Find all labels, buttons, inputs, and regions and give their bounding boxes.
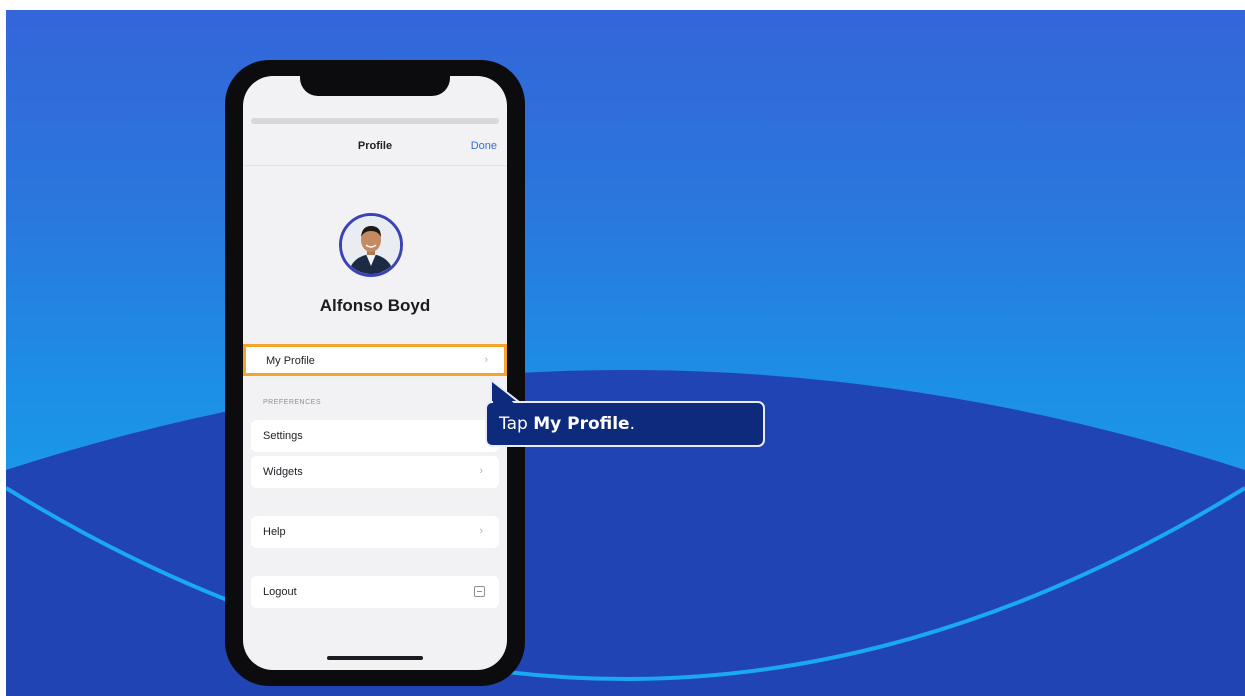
settings-row[interactable]: Settings xyxy=(251,420,499,452)
avatar xyxy=(339,213,403,277)
phone-mockup: Profile Done Alfonso Boyd My Profile › P… xyxy=(225,60,525,686)
nav-divider xyxy=(243,165,507,166)
callout-text: Tap My Profile. xyxy=(499,414,635,434)
sheet-grabber xyxy=(251,118,499,124)
help-row[interactable]: Help › xyxy=(251,516,499,548)
chevron-right-icon: › xyxy=(479,525,483,537)
home-indicator xyxy=(327,656,423,660)
done-button[interactable]: Done xyxy=(471,140,497,152)
my-profile-row[interactable]: My Profile › xyxy=(243,344,507,376)
callout-bold: My Profile xyxy=(533,414,630,434)
chevron-right-icon: › xyxy=(479,465,483,477)
chevron-right-icon: › xyxy=(484,354,488,366)
page-title: Profile xyxy=(357,140,393,152)
logout-label: Logout xyxy=(263,586,297,598)
background-arc xyxy=(6,370,1245,696)
tutorial-stage: Profile Done Alfonso Boyd My Profile › P… xyxy=(6,10,1245,696)
phone-screen: Profile Done Alfonso Boyd My Profile › P… xyxy=(243,76,507,670)
settings-label: Settings xyxy=(263,430,303,442)
logout-icon xyxy=(474,586,485,597)
user-name: Alfonso Boyd xyxy=(319,296,431,315)
callout-suffix: . xyxy=(629,414,635,434)
my-profile-label: My Profile xyxy=(266,355,315,367)
widgets-label: Widgets xyxy=(263,466,303,478)
widgets-row[interactable]: Widgets › xyxy=(251,456,499,488)
section-label-preferences: PREFERENCES xyxy=(263,399,322,406)
instruction-callout: Tap My Profile. xyxy=(485,401,765,447)
avatar-photo xyxy=(342,216,400,274)
phone-notch xyxy=(300,76,450,96)
help-label: Help xyxy=(263,526,286,538)
logout-row[interactable]: Logout xyxy=(251,576,499,608)
nav-bar: Profile Done xyxy=(243,130,507,164)
callout-prefix: Tap xyxy=(499,414,534,434)
